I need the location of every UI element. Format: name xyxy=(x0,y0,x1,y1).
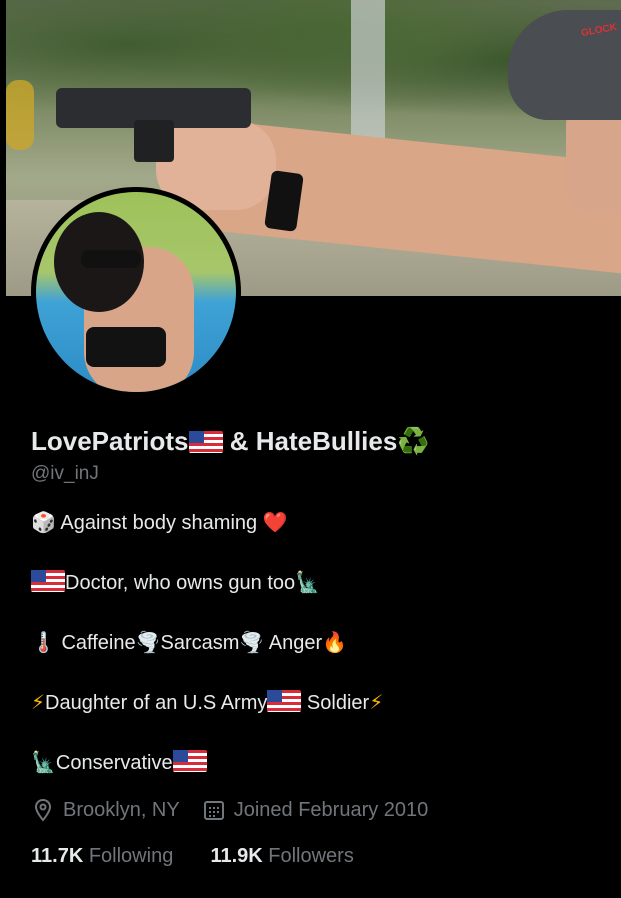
heart-icon: ❤️ xyxy=(262,512,288,534)
recycle-icon: ♻️ xyxy=(397,426,430,456)
banner-pole xyxy=(351,0,385,150)
tornado-icon: 🌪️ xyxy=(135,632,161,654)
bio-text: Anger xyxy=(264,632,323,654)
bio-line-2: Doctor, who owns gun too🗽 xyxy=(31,570,320,595)
us-flag-icon xyxy=(188,431,223,453)
thermometer-icon: 🌡️ xyxy=(31,632,56,654)
bio-line-4: ⚡Daughter of an U.S Army Soldier⚡ xyxy=(31,690,383,715)
banner-pistol-grip xyxy=(134,120,174,162)
profile-avatar[interactable] xyxy=(31,187,241,397)
statue-of-liberty-icon: 🗽 xyxy=(295,572,321,594)
lightning-icon: ⚡ xyxy=(369,692,384,714)
name-text: LovePatriots xyxy=(31,426,189,456)
profile-name: LovePatriots & HateBullies♻️ xyxy=(31,426,430,457)
lightning-icon: ⚡ xyxy=(31,692,46,714)
bio-text: Against body shaming xyxy=(55,512,263,534)
dice-icon: 🎲 xyxy=(31,512,56,534)
profile-stats: 11.7K Following 11.9K Followers xyxy=(31,845,354,868)
joined-date-text: Joined February 2010 xyxy=(233,798,429,821)
followers-link[interactable]: 11.9K Followers xyxy=(210,845,353,867)
tornado-icon: 🌪️ xyxy=(239,632,265,654)
bio-text: Caffeine xyxy=(55,632,136,654)
bio-text: Daughter of an U.S Army xyxy=(45,692,268,714)
avatar-top xyxy=(86,327,166,367)
us-flag-icon xyxy=(31,570,65,592)
profile-meta: Brooklyn, NY Joined February 2010 xyxy=(31,798,428,822)
bio-text: Sarcasm xyxy=(160,632,240,654)
bio-line-3: 🌡️ Caffeine🌪️Sarcasm🌪️ Anger🔥 xyxy=(31,630,347,655)
following-count: 11.7K xyxy=(31,845,84,867)
us-flag-icon xyxy=(172,750,207,772)
us-flag-icon xyxy=(267,690,302,712)
bio-text: Doctor, who owns gun too xyxy=(65,572,296,594)
statue-of-liberty-icon: 🗽 xyxy=(31,752,56,774)
avatar-photo xyxy=(36,192,236,392)
location-text: Brooklyn, NY xyxy=(63,798,180,821)
bio-line-1: 🎲 Against body shaming ❤️ xyxy=(31,510,288,535)
followers-count: 11.9K xyxy=(210,845,263,867)
avatar-sunglasses xyxy=(81,250,141,268)
profile-handle: @iv_inJ xyxy=(31,463,99,484)
calendar-icon xyxy=(202,798,226,822)
location-pin-icon xyxy=(31,798,55,822)
banner-yellow-object xyxy=(6,80,34,150)
bio-line-5: 🗽Conservative xyxy=(31,750,207,775)
name-text-2: & HateBullies xyxy=(222,426,398,456)
bio-text: Conservative xyxy=(55,752,173,774)
following-label: Following xyxy=(88,845,174,867)
following-link[interactable]: 11.7K Following xyxy=(31,845,173,867)
fire-icon: 🔥 xyxy=(322,632,348,654)
followers-label: Followers xyxy=(268,845,354,867)
bio-text: Soldier xyxy=(301,692,370,714)
